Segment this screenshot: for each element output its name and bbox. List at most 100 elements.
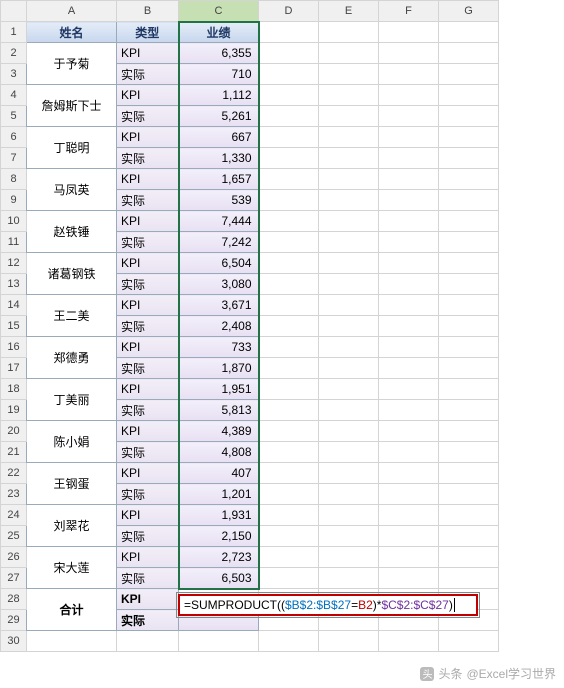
cell-type[interactable]: 实际 [117,64,179,85]
cell-type[interactable]: 实际 [117,484,179,505]
cell-value[interactable]: 5,261 [179,106,259,127]
cell[interactable] [379,106,439,127]
row-header[interactable]: 26 [1,547,27,568]
cell-type[interactable]: 实际 [117,316,179,337]
row-header[interactable]: 28 [1,589,27,610]
cell[interactable] [259,211,319,232]
cell-name[interactable]: 刘翠花 [27,505,117,547]
row-header[interactable]: 13 [1,274,27,295]
cell-value[interactable]: 7,444 [179,211,259,232]
cell[interactable] [259,421,319,442]
cell[interactable] [319,421,379,442]
cell[interactable] [439,232,499,253]
cell-name[interactable]: 陈小娟 [27,421,117,463]
cell[interactable] [319,232,379,253]
row-header[interactable]: 25 [1,526,27,547]
row-header[interactable]: 20 [1,421,27,442]
col-header-D[interactable]: D [259,1,319,22]
cell[interactable] [379,316,439,337]
cell[interactable] [319,568,379,589]
cell[interactable] [259,484,319,505]
row-header[interactable]: 1 [1,22,27,43]
cell[interactable] [259,22,319,43]
header-value[interactable]: 业绩 [179,22,259,43]
cell[interactable] [319,106,379,127]
cell[interactable] [379,64,439,85]
row-header[interactable]: 9 [1,190,27,211]
cell[interactable] [379,442,439,463]
col-header-C[interactable]: C [179,1,259,22]
row-header[interactable]: 6 [1,127,27,148]
cell-type[interactable]: 实际 [117,568,179,589]
cell[interactable] [379,127,439,148]
cell[interactable] [379,547,439,568]
row-header[interactable]: 18 [1,379,27,400]
cell[interactable] [259,505,319,526]
cell-name[interactable]: 王钢蛋 [27,463,117,505]
cell-name[interactable]: 丁美丽 [27,379,117,421]
cell[interactable] [259,43,319,64]
cell-value[interactable]: 4,808 [179,442,259,463]
spreadsheet-grid[interactable]: A B C D E F G 1姓名类型业绩2于予菊KPI6,3553实际7104… [0,0,499,652]
cell-type[interactable]: 实际 [117,358,179,379]
cell[interactable] [259,526,319,547]
cell-value[interactable]: 3,671 [179,295,259,316]
cell[interactable] [319,631,379,652]
header-name[interactable]: 姓名 [27,22,117,43]
cell[interactable] [319,43,379,64]
cell[interactable] [379,505,439,526]
cell[interactable] [319,148,379,169]
cell-type[interactable]: KPI [117,295,179,316]
formula-edit-cell[interactable]: =SUMPRODUCT(($B$2:$B$27=B2)*$C$2:$C$27) [178,594,478,616]
cell[interactable] [259,85,319,106]
cell[interactable] [319,295,379,316]
cell[interactable] [439,442,499,463]
cell-name[interactable]: 丁聪明 [27,127,117,169]
cell[interactable] [259,631,319,652]
col-header-G[interactable]: G [439,1,499,22]
cell[interactable] [319,316,379,337]
cell-value[interactable]: 733 [179,337,259,358]
cell[interactable] [439,274,499,295]
cell-value[interactable]: 1,201 [179,484,259,505]
cell[interactable] [439,85,499,106]
row-header[interactable]: 15 [1,316,27,337]
cell[interactable] [439,505,499,526]
cell[interactable] [319,211,379,232]
cell[interactable] [319,85,379,106]
cell-total-actual[interactable]: 实际 [117,610,179,631]
cell-type[interactable]: KPI [117,337,179,358]
cell[interactable] [379,400,439,421]
cell[interactable] [379,337,439,358]
cell[interactable] [259,358,319,379]
cell-type[interactable]: 实际 [117,106,179,127]
col-header-E[interactable]: E [319,1,379,22]
row-header[interactable]: 7 [1,148,27,169]
cell-type[interactable]: KPI [117,379,179,400]
cell[interactable] [439,253,499,274]
cell[interactable] [259,127,319,148]
cell[interactable] [439,379,499,400]
row-header[interactable]: 21 [1,442,27,463]
cell[interactable] [379,211,439,232]
row-header[interactable]: 27 [1,568,27,589]
col-header-A[interactable]: A [27,1,117,22]
cell[interactable] [259,547,319,568]
cell[interactable] [259,274,319,295]
cell[interactable] [439,127,499,148]
cell[interactable] [259,463,319,484]
cell-value[interactable]: 3,080 [179,274,259,295]
cell[interactable] [439,568,499,589]
cell[interactable] [439,43,499,64]
cell-value[interactable]: 710 [179,64,259,85]
cell[interactable] [439,631,499,652]
cell[interactable] [439,484,499,505]
cell-type[interactable]: KPI [117,547,179,568]
cell[interactable] [439,526,499,547]
cell-name[interactable]: 郑德勇 [27,337,117,379]
cell-value[interactable]: 407 [179,463,259,484]
cell[interactable] [259,400,319,421]
cell-name[interactable]: 赵铁锤 [27,211,117,253]
cell-value[interactable]: 6,355 [179,43,259,64]
cell[interactable] [259,295,319,316]
